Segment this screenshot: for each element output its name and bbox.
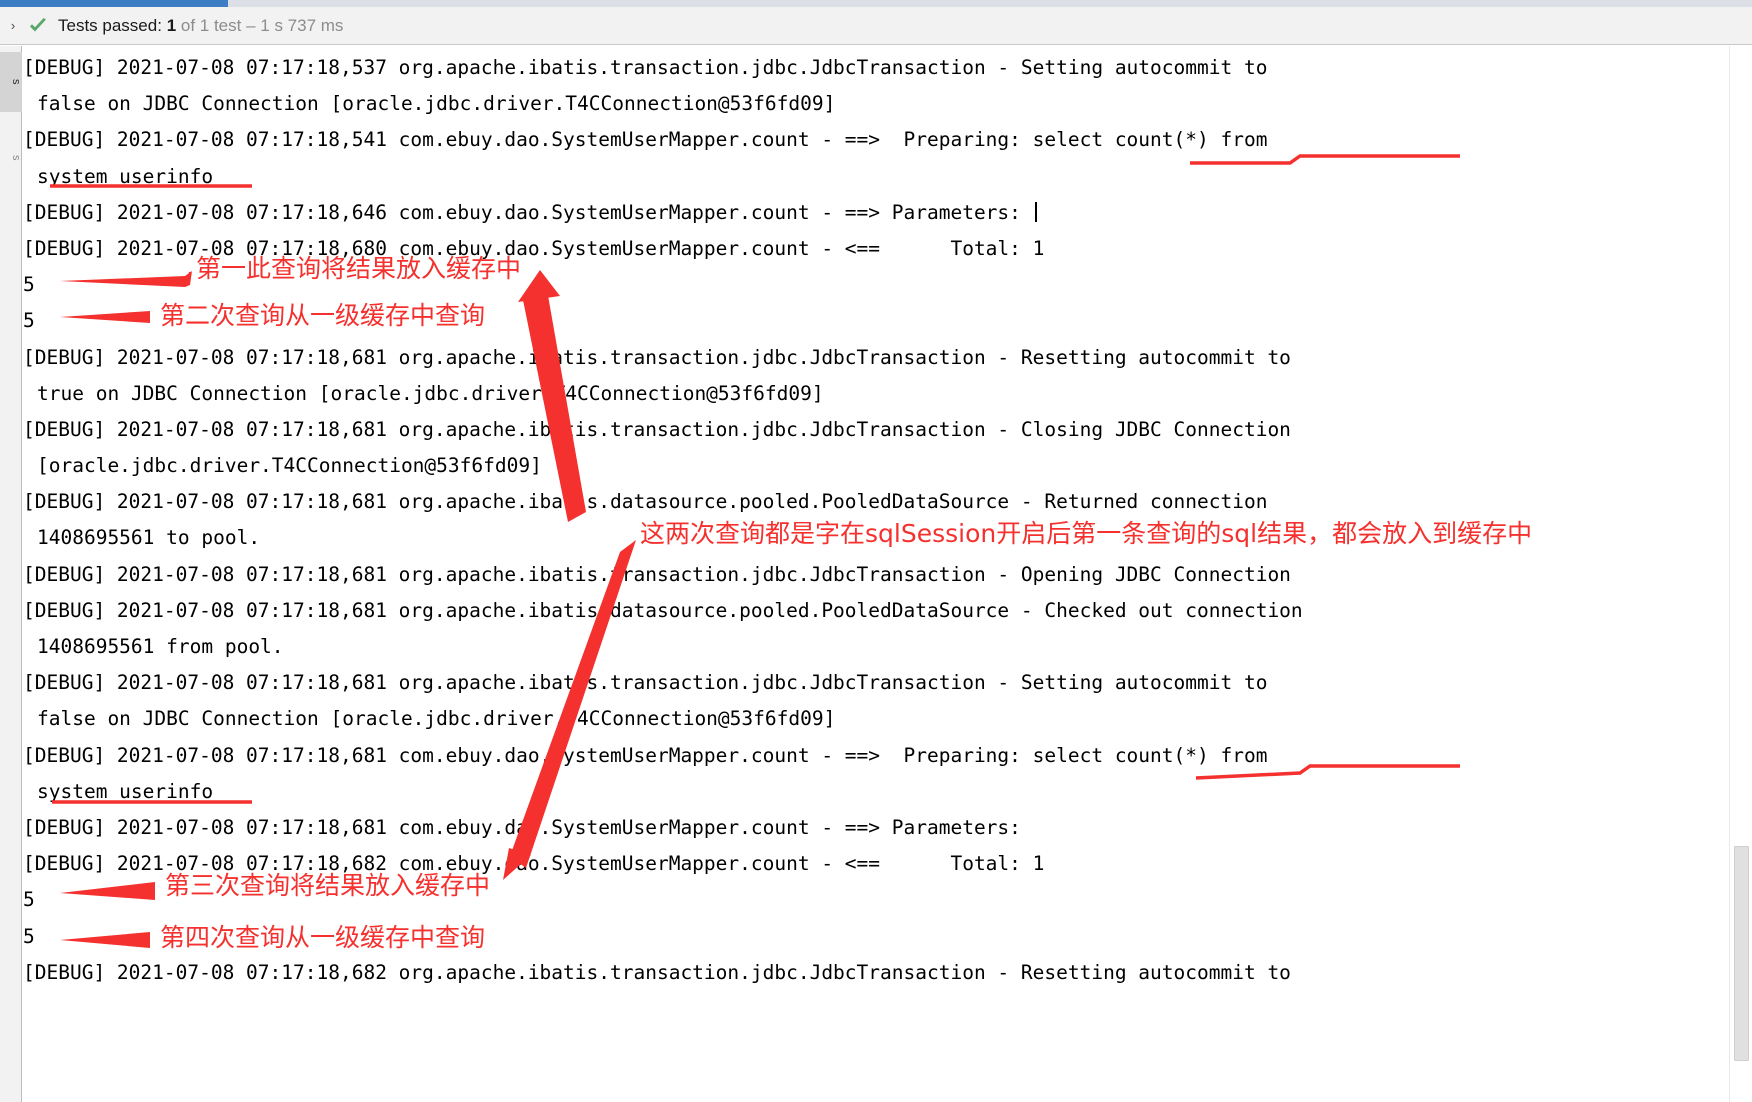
chevron-right-icon[interactable]: › xyxy=(4,19,22,32)
vertical-tab-1[interactable]: s xyxy=(0,52,22,112)
log-line: [DEBUG] 2021-07-08 07:17:18,681 org.apac… xyxy=(23,562,1291,586)
log-line: [DEBUG] 2021-07-08 07:17:18,681 org.apac… xyxy=(23,417,1291,441)
log-line: [DEBUG] 2021-07-08 07:17:18,682 org.apac… xyxy=(23,960,1291,984)
test-status-label: Tests passed: xyxy=(58,15,162,35)
log-line: [DEBUG] 2021-07-08 07:17:18,682 com.ebuy… xyxy=(23,852,1045,876)
log-text: [DEBUG] 2021-07-08 07:17:18,537 org.apac… xyxy=(23,46,1303,991)
vertical-tab-2[interactable]: s xyxy=(0,128,22,188)
test-progress-fill xyxy=(0,0,228,7)
vertical-scrollbar-thumb[interactable] xyxy=(1734,846,1749,1061)
log-line: system_userinfo xyxy=(37,164,214,188)
test-status-bar: › Tests passed: 1 of 1 test – 1 s 737 ms xyxy=(0,7,1752,45)
log-line: 1408695561 from pool. xyxy=(37,635,284,658)
log-line: 5 xyxy=(23,309,35,333)
log-line: [DEBUG] 2021-07-08 07:17:18,681 org.apac… xyxy=(23,345,1291,369)
check-mark-icon xyxy=(28,16,48,36)
log-line: [DEBUG] 2021-07-08 07:17:18,646 com.ebuy… xyxy=(23,195,1303,231)
log-line: 5 xyxy=(23,888,35,912)
log-line: [DEBUG] 2021-07-08 07:17:18,681 org.apac… xyxy=(23,490,1268,514)
ide-test-run-console: › Tests passed: 1 of 1 test – 1 s 737 ms… xyxy=(0,0,1752,1102)
log-line: [DEBUG] 2021-07-08 07:17:18,680 com.ebuy… xyxy=(23,236,1045,260)
log-line: [DEBUG] 2021-07-08 07:17:18,541 com.ebuy… xyxy=(23,128,1268,152)
log-line: [oracle.jdbc.driver.T4CConnection@53f6fd… xyxy=(37,454,542,478)
test-status-text: Tests passed: 1 of 1 test – 1 s 737 ms xyxy=(58,16,343,36)
tool-window-tab-strip: s s xyxy=(0,46,22,1102)
log-line: system_userinfo xyxy=(37,779,214,803)
test-pass-count: 1 xyxy=(166,15,177,35)
log-line: [DEBUG] 2021-07-08 07:17:18,681 com.ebuy… xyxy=(23,815,1033,839)
log-line: 5 xyxy=(23,273,35,297)
log-line: [DEBUG] 2021-07-08 07:17:18,681 org.apac… xyxy=(23,671,1268,695)
log-line: false on JDBC Connection [oracle.jdbc.dr… xyxy=(37,707,836,731)
test-progress-bar xyxy=(0,0,1752,7)
log-line: [DEBUG] 2021-07-08 07:17:18,681 org.apac… xyxy=(23,598,1303,622)
log-line: 1408695561 to pool. xyxy=(37,526,261,550)
text-caret xyxy=(1034,201,1037,222)
console-output-panel[interactable]: [DEBUG] 2021-07-08 07:17:18,537 org.apac… xyxy=(23,46,1729,1102)
test-status-detail: of 1 test – 1 s 737 ms xyxy=(176,15,344,35)
vertical-scrollbar[interactable] xyxy=(1729,46,1752,1102)
log-line: false on JDBC Connection [oracle.jdbc.dr… xyxy=(37,92,836,116)
log-line: [DEBUG] 2021-07-08 07:17:18,681 com.ebuy… xyxy=(23,743,1268,767)
log-line: 5 xyxy=(23,924,35,948)
log-line: true on JDBC Connection [oracle.jdbc.dri… xyxy=(37,381,824,405)
log-line: [DEBUG] 2021-07-08 07:17:18,537 org.apac… xyxy=(23,56,1268,79)
